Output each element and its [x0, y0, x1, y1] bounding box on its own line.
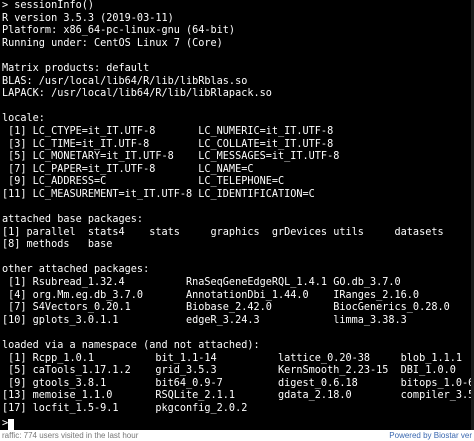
traffic-text: raffic: 774 users visited in the last ho… [2, 431, 139, 440]
output-line: [17] locfit_1.5-9.1 pkgconfig_2.0.2 [2, 403, 248, 414]
output-line: [8] methods base [2, 239, 113, 251]
output-line: [3] LC_TIME=it_IT.UTF-8 LC_COLLATE=it_IT… [2, 138, 334, 150]
text-cursor [8, 418, 15, 430]
output-line: loaded via a namespace (and not attached… [2, 340, 260, 352]
output-line: [1] LC_CTYPE=it_IT.UTF-8 LC_NUMERIC=it_I… [2, 125, 334, 137]
output-line: [11] LC_MEASUREMENT=it_IT.UTF-8 LC_IDENT… [2, 188, 315, 200]
output-line: [9] gtools_3.8.1 bit64_0.9-7 digest_0.6.… [2, 377, 474, 389]
powered-by-link[interactable]: Powered by Biostar ver [389, 430, 472, 441]
output-line: Platform: x86_64-pc-linux-gnu (64-bit) [2, 25, 236, 37]
output-line: R version 3.5.3 (2019-03-11) [2, 12, 174, 24]
output-line: locale: [2, 113, 45, 125]
output-line: [7] S4Vectors_0.20.1 Biobase_2.42.0 Bioc… [2, 302, 450, 314]
output-line: LAPACK: /usr/local/lib64/R/lib/libRlapac… [2, 88, 272, 100]
output-line: BLAS: /usr/local/lib64/R/lib/libRblas.so [2, 75, 248, 87]
output-line: [13] memoise_1.1.0 RSQLite_2.1.1 gdata_2… [2, 390, 474, 402]
output-line: other attached packages: [2, 264, 150, 276]
output-line: Running under: CentOS Linux 7 (Core) [2, 37, 223, 49]
terminal-output: > sessionInfo() R version 3.5.3 (2019-03-… [0, 0, 474, 416]
output-line: [1] Rsubread_1.32.4 RnaSeqGeneEdgeRQL_1.… [2, 277, 401, 289]
output-line: [1] Rcpp_1.0.1 bit_1.1-14 lattice_0.20-3… [2, 352, 463, 364]
status-footer: raffic: 774 users visited in the last ho… [0, 430, 474, 441]
output-line: [5] LC_MONETARY=it_IT.UTF-8 LC_MESSAGES=… [2, 151, 340, 163]
output-line: Matrix products: default [2, 62, 150, 74]
command-line: > sessionInfo() [2, 0, 95, 11]
output-line: [7] LC_PAPER=it_IT.UTF-8 LC_NAME=C [2, 163, 254, 175]
input-prompt[interactable]: > [2, 418, 15, 430]
output-line: attached base packages: [2, 214, 144, 226]
output-line: [5] caTools_1.17.1.2 grid_3.5.3 KernSmoo… [2, 365, 456, 377]
output-line: [1] parallel stats4 stats graphics grDev… [2, 226, 444, 238]
output-line: [10] gplots_3.0.1.1 edgeR_3.24.3 limma_3… [2, 314, 407, 326]
terminal-window: > sessionInfo() R version 3.5.3 (2019-03-… [0, 0, 474, 441]
output-line: [4] org.Mm.eg.db_3.7.0 AnnotationDbi_1.4… [2, 289, 420, 301]
output-line: [9] LC_ADDRESS=C LC_TELEPHONE=C [2, 176, 285, 188]
